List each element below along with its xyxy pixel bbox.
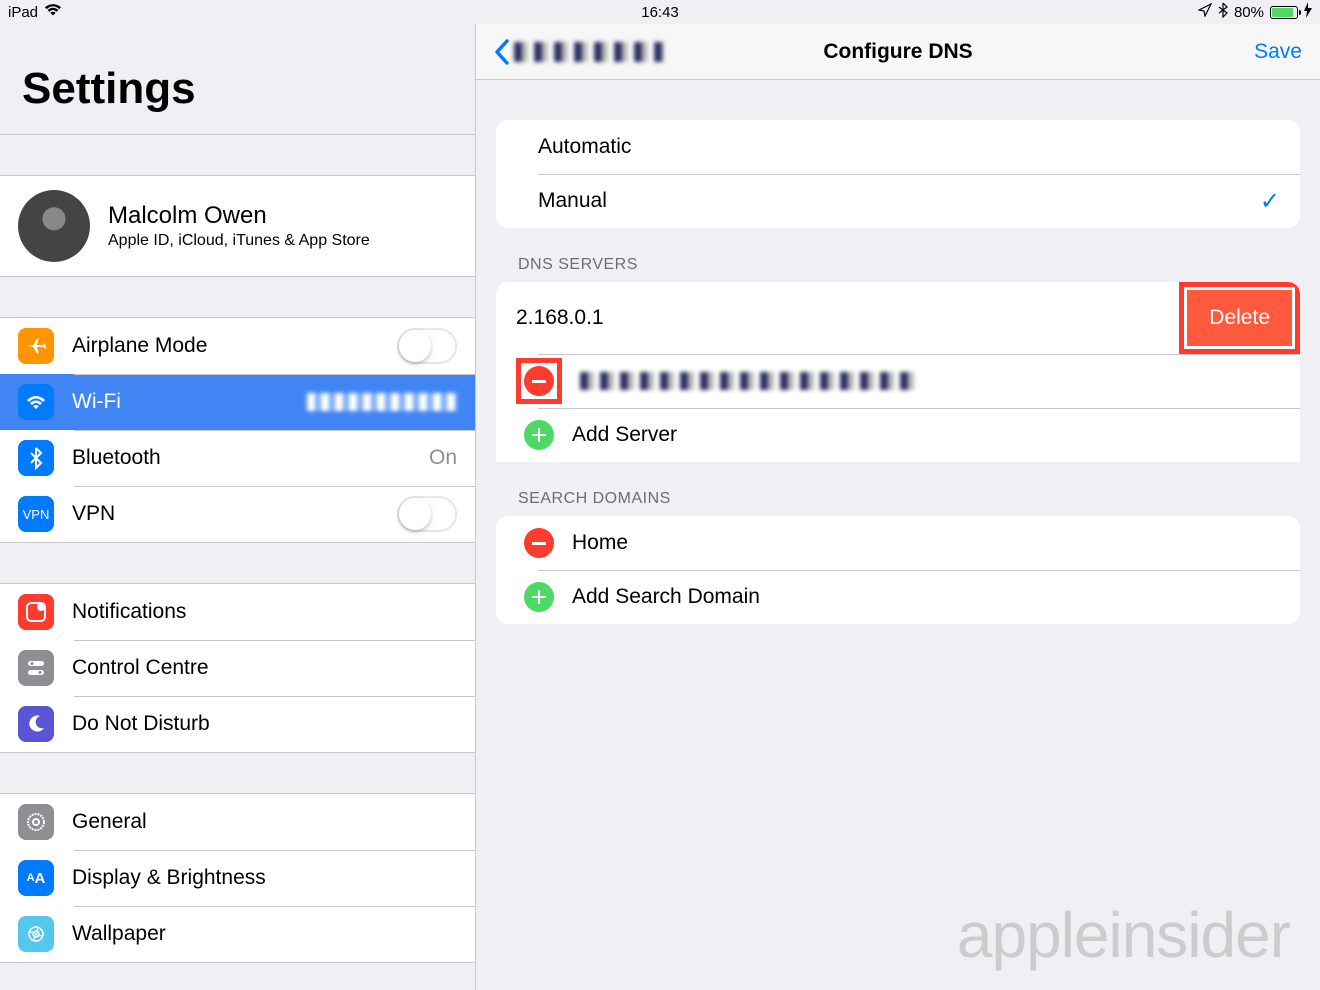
chevron-left-icon (494, 39, 510, 65)
back-label (514, 40, 664, 64)
wifi-icon (18, 384, 54, 420)
notifications-label: Notifications (72, 600, 186, 624)
gear-icon (18, 804, 54, 840)
minus-highlight (516, 358, 562, 404)
mode-manual[interactable]: Manual ✓ (496, 174, 1300, 228)
search-domain-1-label: Home (572, 531, 628, 555)
avatar (18, 190, 90, 262)
battery-icon (1270, 6, 1298, 19)
sidebar-item-vpn[interactable]: VPN VPN (0, 486, 475, 542)
page-title: Configure DNS (823, 40, 972, 64)
delete-button[interactable]: Delete (1187, 290, 1292, 346)
general-label: General (72, 810, 147, 834)
automatic-label: Automatic (538, 135, 631, 159)
bluetooth-label: Bluetooth (72, 446, 161, 470)
add-server-row[interactable]: Add Server (496, 408, 1300, 462)
sidebar-item-wifi[interactable]: Wi-Fi (0, 374, 475, 430)
clock: 16:43 (641, 4, 679, 21)
sidebar-item-bluetooth[interactable]: Bluetooth On (0, 430, 475, 486)
profile-sub: Apple ID, iCloud, iTunes & App Store (108, 232, 370, 250)
minus-icon[interactable] (524, 528, 554, 558)
bluetooth-value: On (429, 446, 457, 470)
location-icon (1198, 3, 1212, 21)
dnd-label: Do Not Disturb (72, 712, 210, 736)
control-centre-icon (18, 650, 54, 686)
dns-row-2[interactable] (496, 354, 1300, 408)
wallpaper-icon (18, 916, 54, 952)
sidebar-item-control-centre[interactable]: Control Centre (0, 640, 475, 696)
search-domains-header: SEARCH DOMAINS (476, 462, 1320, 516)
bluetooth-icon (1218, 2, 1228, 22)
add-search-domain-row[interactable]: Add Search Domain (496, 570, 1300, 624)
sidebar-item-notifications[interactable]: Notifications (0, 584, 475, 640)
control-centre-label: Control Centre (72, 656, 209, 680)
minus-icon[interactable] (524, 366, 554, 396)
plus-icon (524, 582, 554, 612)
bluetooth-icon (18, 440, 54, 476)
wifi-value (307, 390, 457, 414)
wifi-label: Wi-Fi (72, 390, 121, 414)
check-icon: ✓ (1260, 187, 1280, 216)
profile-row[interactable]: Malcolm Owen Apple ID, iCloud, iTunes & … (0, 176, 475, 276)
back-button[interactable] (494, 39, 664, 65)
status-bar: iPad 16:43 80% (0, 0, 1320, 24)
vpn-icon: VPN (18, 496, 54, 532)
sidebar-item-general[interactable]: General (0, 794, 475, 850)
settings-sidebar: Settings Malcolm Owen Apple ID, iCloud, … (0, 24, 476, 990)
wallpaper-label: Wallpaper (72, 922, 166, 946)
manual-label: Manual (538, 189, 607, 213)
vpn-label: VPN (72, 502, 115, 526)
wifi-icon (44, 3, 62, 21)
display-label: Display & Brightness (72, 866, 266, 890)
search-domain-row-1[interactable]: Home (496, 516, 1300, 570)
airplane-label: Airplane Mode (72, 334, 207, 358)
display-icon: AA (18, 860, 54, 896)
airplane-icon (18, 328, 54, 364)
moon-icon (18, 706, 54, 742)
device-label: iPad (8, 4, 38, 21)
settings-title: Settings (0, 24, 475, 135)
sidebar-item-display[interactable]: AA Display & Brightness (0, 850, 475, 906)
charging-icon (1304, 2, 1312, 22)
dns-ip-2 (580, 369, 920, 393)
add-search-domain-label: Add Search Domain (572, 585, 760, 609)
mode-automatic[interactable]: Automatic (496, 120, 1300, 174)
sidebar-item-airplane[interactable]: Airplane Mode (0, 318, 475, 374)
save-button[interactable]: Save (1254, 40, 1302, 64)
sidebar-item-dnd[interactable]: Do Not Disturb (0, 696, 475, 752)
dns-row-1[interactable]: 2.168.0.1 Delete (496, 282, 1300, 354)
navbar: Configure DNS Save (476, 24, 1320, 80)
delete-highlight: Delete (1179, 282, 1300, 354)
add-server-label: Add Server (572, 423, 677, 447)
vpn-toggle[interactable] (397, 496, 457, 532)
profile-name: Malcolm Owen (108, 202, 370, 230)
battery-percent: 80% (1234, 4, 1264, 21)
airplane-toggle[interactable] (397, 328, 457, 364)
dns-ip-1: 2.168.0.1 (516, 306, 604, 330)
sidebar-item-wallpaper[interactable]: Wallpaper (0, 906, 475, 962)
dns-servers-header: DNS SERVERS (476, 228, 1320, 282)
watermark: appleinsider (957, 898, 1290, 972)
notifications-icon (18, 594, 54, 630)
detail-pane: Configure DNS Save Automatic Manual ✓ DN… (476, 24, 1320, 990)
plus-icon (524, 420, 554, 450)
profile-group: Malcolm Owen Apple ID, iCloud, iTunes & … (0, 175, 475, 277)
